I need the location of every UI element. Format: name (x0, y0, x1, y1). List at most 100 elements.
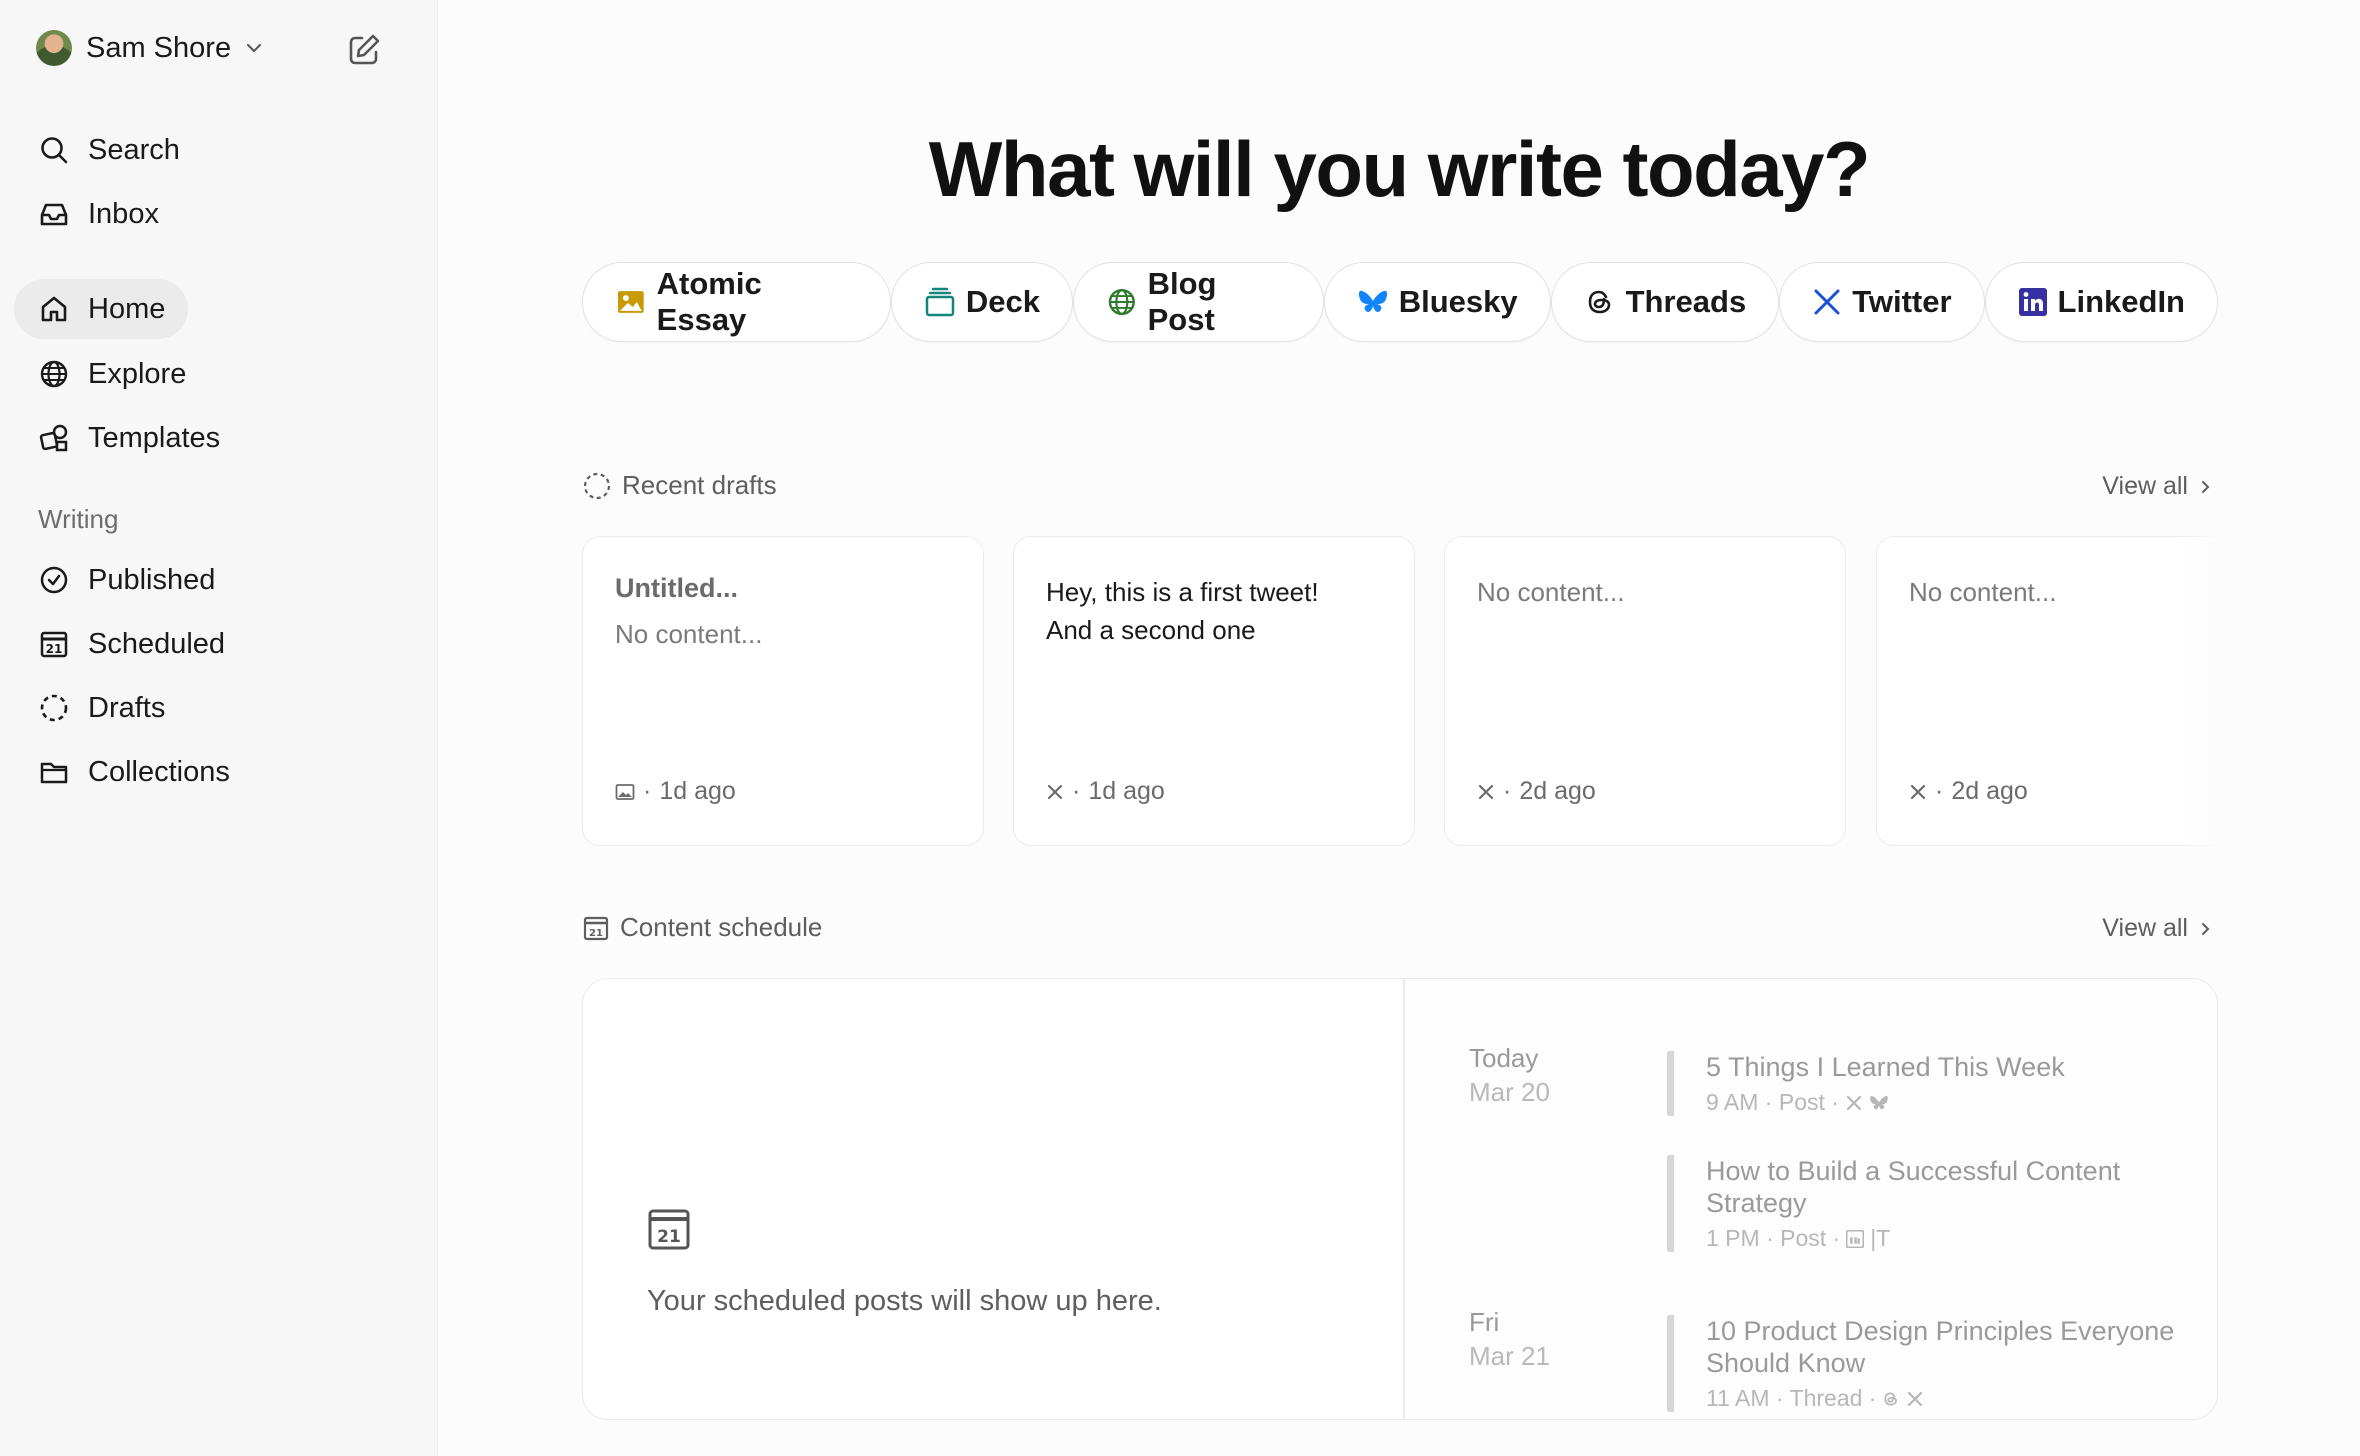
threads-icon (1884, 1392, 1898, 1405)
nav-templates-label: Templates (88, 421, 221, 454)
schedule-event[interactable]: 10 Product Design Principles Everyone Sh… (1667, 1315, 2174, 1412)
x-icon (1908, 1391, 1923, 1406)
draft-meta: · 2d ago (1477, 777, 1596, 806)
chip-bluesky-label: Bluesky (1398, 284, 1518, 319)
bluesky-icon (1358, 290, 1387, 313)
svg-text:21: 21 (589, 928, 603, 939)
nav-search[interactable]: Search (14, 120, 188, 180)
calendar-icon: 21 (648, 1209, 690, 1250)
draft-body: No content... (615, 619, 763, 649)
draft-line: Hey, this is a first tweet! (1046, 577, 1319, 607)
globe-icon (40, 360, 68, 388)
draft-body: Hey, this is a first tweet! And a second… (1046, 573, 1386, 649)
dashed-circle-icon (583, 472, 611, 499)
chip-twitter-label: Twitter (1852, 284, 1952, 319)
draft-line: And a second one (1046, 615, 1256, 645)
format-chips: Atomic Essay Deck Blog Post Bluesky Thre… (582, 262, 2218, 342)
schedule-empty-state: 21 Your scheduled posts will show up her… (583, 979, 1403, 1419)
event-title-line: Strategy (1706, 1188, 1807, 1218)
inbox-icon (40, 203, 68, 226)
day-date: Mar 21 (1469, 1341, 1550, 1371)
event-meta-text: 1 PM · Post · (1706, 1225, 1841, 1251)
chip-threads-label: Threads (1625, 284, 1747, 319)
x-icon (1814, 289, 1840, 315)
chip-bluesky[interactable]: Bluesky (1323, 262, 1551, 342)
draft-time: 2d ago (1519, 777, 1596, 805)
image-icon (617, 291, 644, 313)
x-icon (1047, 784, 1063, 799)
nav-inbox[interactable]: Inbox (14, 184, 188, 244)
compose-icon (349, 34, 380, 65)
content-schedule-panel: 21 Your scheduled posts will show up her… (582, 978, 2218, 1420)
schedule-preview: Today Mar 20 5 Things I Learned This Wee… (1405, 979, 2217, 1419)
draft-time: 1d ago (659, 777, 736, 805)
draft-card[interactable]: No content... · 2d ago (1876, 536, 2218, 846)
scroll-fade (2178, 536, 2218, 848)
nav-templates[interactable]: Templates (14, 408, 220, 468)
draft-body: No content... (1909, 577, 2057, 607)
draft-body: No content... (1477, 577, 1625, 607)
nav-collections[interactable]: Collections (14, 742, 230, 802)
recent-drafts-view-all[interactable]: View all (2102, 472, 2212, 501)
chip-blog-post[interactable]: Blog Post (1072, 262, 1324, 342)
day-label: Fri (1469, 1307, 1500, 1337)
writing-section-label: Writing (38, 504, 119, 534)
draft-card[interactable]: No content... · 2d ago (1444, 536, 1846, 846)
event-title-line: How to Build a Successful Content (1706, 1156, 2121, 1186)
globe-icon (1108, 288, 1135, 316)
nav-scheduled[interactable]: 21 Scheduled (14, 614, 225, 674)
avatar (36, 30, 72, 66)
nav-published[interactable]: Published (14, 550, 215, 610)
event-meta-extra: |T (1870, 1225, 1891, 1251)
schedule-event[interactable]: 5 Things I Learned This Week 9 AM · Post… (1667, 1051, 2065, 1116)
search-icon (41, 137, 68, 164)
page-headline: What will you write today? (928, 125, 1871, 213)
nav-inbox-label: Inbox (88, 197, 159, 230)
chip-threads[interactable]: Threads (1550, 262, 1780, 342)
draft-title: Untitled... (615, 573, 738, 603)
draft-time: 2d ago (1951, 777, 2028, 805)
chip-deck[interactable]: Deck (890, 262, 1073, 342)
draft-card[interactable]: Hey, this is a first tweet! And a second… (1013, 536, 1415, 846)
chip-atomic-essay[interactable]: Atomic Essay (582, 262, 891, 342)
chevron-down-icon (247, 44, 262, 52)
chevron-right-icon (2202, 922, 2210, 935)
nav-explore[interactable]: Explore (14, 344, 188, 404)
day-date: Mar 20 (1469, 1077, 1550, 1107)
deck-icon (925, 287, 955, 317)
draft-meta: · 2d ago (1909, 777, 2028, 806)
calendar-day-number: 21 (657, 1227, 681, 1247)
chip-twitter[interactable]: Twitter (1779, 262, 1985, 342)
image-icon (615, 783, 635, 800)
nav-home[interactable]: Home (14, 279, 188, 339)
schedule-event[interactable]: How to Build a Successful Content Strate… (1667, 1155, 2120, 1252)
linkedin-icon (1846, 1229, 1865, 1248)
chip-linkedin-label: LinkedIn (2057, 284, 2185, 319)
account-switcher[interactable]: Sam Shore (36, 30, 263, 66)
bluesky-icon (1870, 1095, 1888, 1109)
nav-drafts[interactable]: Drafts (14, 678, 188, 738)
content-schedule-header: 21 Content schedule (582, 912, 822, 943)
chip-deck-label: Deck (965, 284, 1040, 319)
event-title-line: 10 Product Design Principles Everyone (1706, 1316, 2175, 1346)
event-title-line: Should Know (1706, 1348, 1866, 1378)
chip-blog-post-label: Blog Post (1147, 266, 1217, 337)
schedule-view-all[interactable]: View all (2102, 914, 2212, 943)
recent-drafts-list: Untitled... No content... · 1d ago Hey, … (582, 536, 2218, 848)
draft-meta: · 1d ago (1046, 777, 1165, 806)
nav-home-label: Home (88, 292, 166, 325)
recent-drafts-title: Recent drafts (622, 470, 777, 500)
view-all-label: View all (2102, 472, 2188, 500)
user-name: Sam Shore (86, 31, 232, 64)
x-icon (1846, 1095, 1862, 1110)
event-meta-text: 9 AM · Post · (1706, 1089, 1839, 1115)
chip-linkedin[interactable]: LinkedIn (1984, 262, 2218, 342)
sidebar: Sam Shore Search Inbox Home Explore Temp… (0, 0, 438, 1456)
calendar-icon: 21 (583, 916, 609, 940)
templates-icon (39, 424, 68, 452)
draft-meta: · 1d ago (615, 777, 736, 806)
dashed-circle-icon (40, 694, 68, 722)
compose-button[interactable] (344, 30, 384, 70)
view-all-label: View all (2102, 914, 2188, 942)
draft-card[interactable]: Untitled... No content... · 1d ago (582, 536, 984, 846)
